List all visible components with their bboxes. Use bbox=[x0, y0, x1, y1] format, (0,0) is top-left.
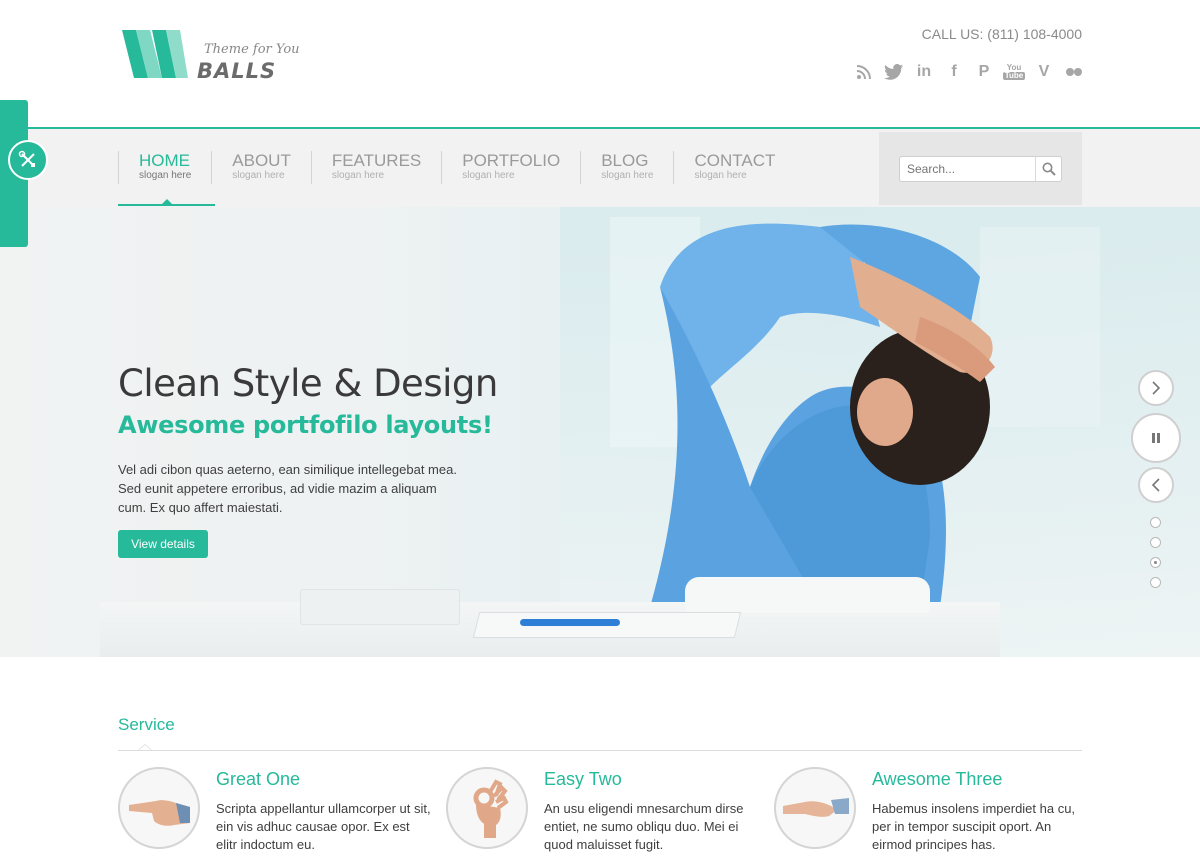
style-switcher-tab[interactable] bbox=[0, 100, 48, 247]
service-heading: Easy Two bbox=[544, 769, 622, 789]
chevron-left-icon bbox=[1151, 478, 1160, 492]
search-button[interactable] bbox=[1035, 157, 1061, 181]
vimeo-icon[interactable]: V bbox=[1032, 60, 1056, 84]
hero-laptop bbox=[300, 589, 460, 625]
youtube-icon-bottom: Tube bbox=[1002, 71, 1026, 80]
slider-prev-button[interactable] bbox=[1138, 467, 1174, 503]
hero-person-image bbox=[650, 223, 995, 607]
service-divider bbox=[118, 750, 1082, 751]
hero-chair bbox=[685, 577, 930, 613]
service-text: Habemus insolens imperdiet ha cu, per in… bbox=[872, 801, 1076, 852]
logo[interactable]: Theme for You BALLS bbox=[122, 26, 300, 86]
slider-pause-button[interactable] bbox=[1131, 413, 1181, 463]
slider-dot-4[interactable] bbox=[1150, 577, 1161, 588]
service-image bbox=[118, 767, 200, 849]
style-switcher-button[interactable] bbox=[8, 140, 48, 180]
service-text: Scripta appellantur ullamcorper ut sit, … bbox=[216, 801, 431, 852]
linkedin-icon[interactable]: in bbox=[912, 60, 936, 84]
site-header: Theme for You BALLS CALL US: (811) 108-4… bbox=[0, 0, 1200, 128]
search-area bbox=[879, 132, 1082, 205]
hero-pen bbox=[520, 619, 620, 626]
nav-item-title: HOME bbox=[139, 151, 190, 170]
nav-item-slogan: slogan here bbox=[462, 170, 515, 181]
service-caret bbox=[138, 744, 152, 750]
nav-item-contact[interactable]: CONTACT slogan here bbox=[673, 151, 795, 184]
nav-menu: HOME slogan here ABOUT slogan here FEATU… bbox=[118, 151, 795, 184]
hero-slider: Clean Style & Design Awesome portfofilo … bbox=[0, 207, 1200, 657]
search-input[interactable] bbox=[900, 157, 1035, 181]
nav-item-slogan: slogan here bbox=[232, 170, 285, 181]
nav-item-title: PORTFOLIO bbox=[462, 151, 561, 170]
nav-item-title: CONTACT bbox=[694, 151, 776, 170]
pause-icon bbox=[1152, 433, 1160, 443]
nav-item-slogan: slogan here bbox=[601, 170, 654, 181]
nav-item-home[interactable]: HOME slogan here bbox=[118, 151, 211, 184]
nav-item-slogan: slogan here bbox=[139, 170, 192, 181]
nav-item-blog[interactable]: BLOG slogan here bbox=[580, 151, 673, 184]
pinterest-icon[interactable]: P bbox=[972, 60, 996, 84]
slider-next-button[interactable] bbox=[1138, 370, 1174, 406]
nav-active-underline bbox=[118, 204, 215, 206]
nav-item-title: FEATURES bbox=[331, 151, 422, 170]
search-box bbox=[899, 156, 1062, 182]
flickr-icon[interactable] bbox=[1062, 60, 1086, 84]
service-item: Awesome Three Habemus insolens imperdiet… bbox=[774, 767, 1084, 862]
nav-item-title: ABOUT bbox=[232, 151, 291, 170]
service-image bbox=[446, 767, 528, 849]
service-heading: Awesome Three bbox=[872, 769, 1003, 789]
call-us: CALL US: (811) 108-4000 bbox=[921, 26, 1082, 42]
nav-item-slogan: slogan here bbox=[694, 170, 747, 181]
hero-title: Clean Style & Design bbox=[118, 362, 498, 405]
twitter-icon[interactable] bbox=[882, 60, 906, 84]
slider-dot-2[interactable] bbox=[1150, 537, 1161, 548]
logo-mark bbox=[122, 30, 188, 78]
slider-dot-1[interactable] bbox=[1150, 517, 1161, 528]
youtube-icon[interactable]: You Tube bbox=[1002, 60, 1026, 84]
nav-item-portfolio[interactable]: PORTFOLIO slogan here bbox=[441, 151, 580, 184]
service-section-title: Service bbox=[118, 715, 175, 734]
main-navigation: HOME slogan here ABOUT slogan here FEATU… bbox=[0, 129, 1200, 207]
search-icon bbox=[1042, 162, 1056, 176]
logo-tagline: Theme for You bbox=[204, 42, 300, 57]
service-heading: Great One bbox=[216, 769, 301, 789]
nav-item-features[interactable]: FEATURES slogan here bbox=[310, 151, 441, 184]
service-text: An usu eligendi mnesarchum dirse entiet,… bbox=[544, 801, 744, 852]
logo-name: BALLS bbox=[197, 59, 277, 83]
ok-hand-icon bbox=[473, 779, 509, 838]
service-item: Great One Scripta appellantur ullamcorpe… bbox=[118, 767, 431, 862]
tools-icon bbox=[18, 150, 35, 167]
social-links: in f P You Tube V bbox=[846, 60, 1086, 84]
view-details-button[interactable]: View details bbox=[118, 530, 208, 558]
rss-icon[interactable] bbox=[852, 60, 876, 84]
service-image bbox=[774, 767, 856, 849]
slider-dot-3[interactable] bbox=[1150, 557, 1161, 568]
pointing-hand-icon bbox=[129, 800, 190, 826]
chevron-right-icon bbox=[1152, 381, 1161, 395]
nav-item-title: BLOG bbox=[601, 151, 649, 170]
nav-item-about[interactable]: ABOUT slogan here bbox=[211, 151, 311, 184]
facebook-icon[interactable]: f bbox=[942, 60, 966, 84]
nav-item-slogan: slogan here bbox=[331, 170, 385, 181]
hero-text: Vel adi cibon quas aeterno, ean similiqu… bbox=[118, 462, 457, 515]
service-item: Easy Two An usu eligendi mnesarchum dirs… bbox=[446, 767, 756, 862]
hero-subtitle: Awesome portfofilo layouts! bbox=[118, 411, 493, 439]
handshake-icon bbox=[783, 798, 849, 817]
